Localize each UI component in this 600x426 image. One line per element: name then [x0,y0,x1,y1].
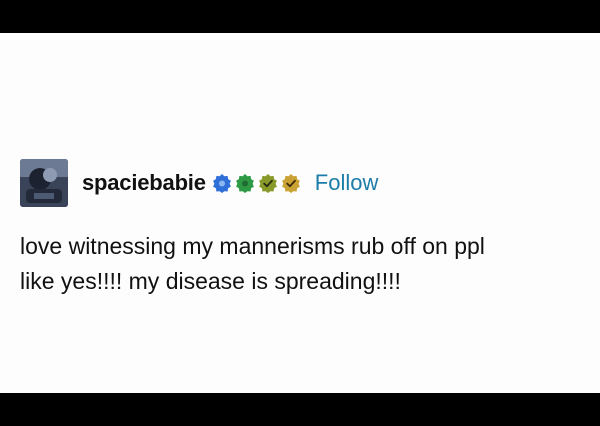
badge-row [212,173,301,193]
post-text-line: love witnessing my mannerisms rub off on… [20,233,485,259]
follow-button[interactable]: Follow [315,170,379,196]
username[interactable]: spaciebabie [82,170,206,196]
avatar-image [20,159,68,207]
verified-badge-icon [212,174,231,193]
avatar[interactable] [20,159,68,207]
post-body: love witnessing my mannerisms rub off on… [20,229,580,299]
screenshot-frame: spaciebabie Follow love witnessing my ma… [0,33,600,393]
checkmark-badge-icon [281,174,300,193]
post-card: spaciebabie Follow love witnessing my ma… [20,157,580,299]
post-header: spaciebabie Follow [20,157,580,209]
verified-badge-icon [235,174,254,193]
checkmark-badge-icon [258,174,277,193]
post-text-line: like yes!!!! my disease is spreading!!!! [20,268,401,294]
